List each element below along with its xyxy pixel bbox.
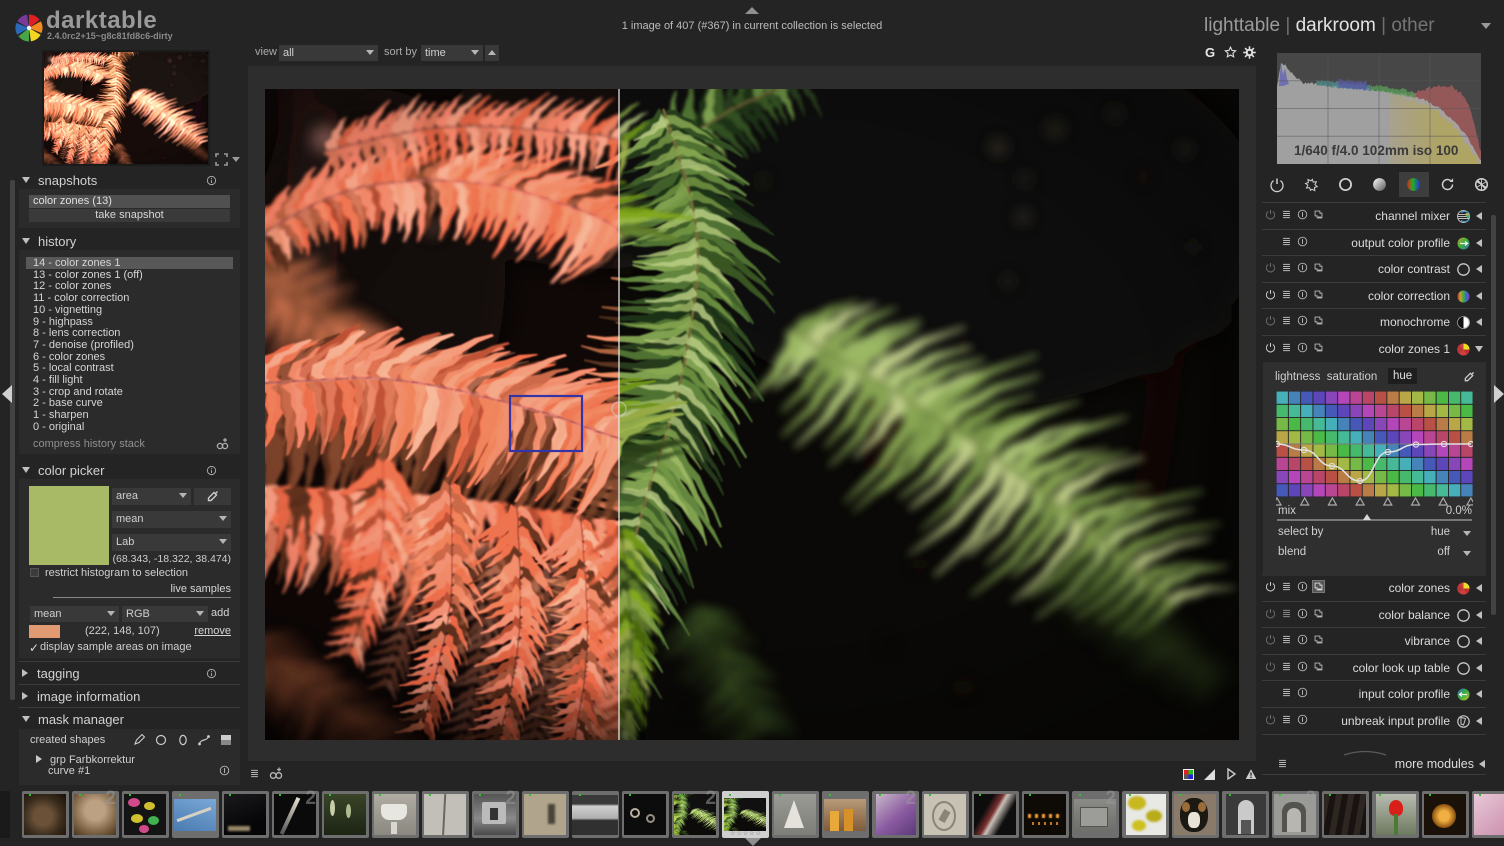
svg-text:1/640 f/4.0 102mm iso 100: 1/640 f/4.0 102mm iso 100 <box>1294 143 1458 158</box>
